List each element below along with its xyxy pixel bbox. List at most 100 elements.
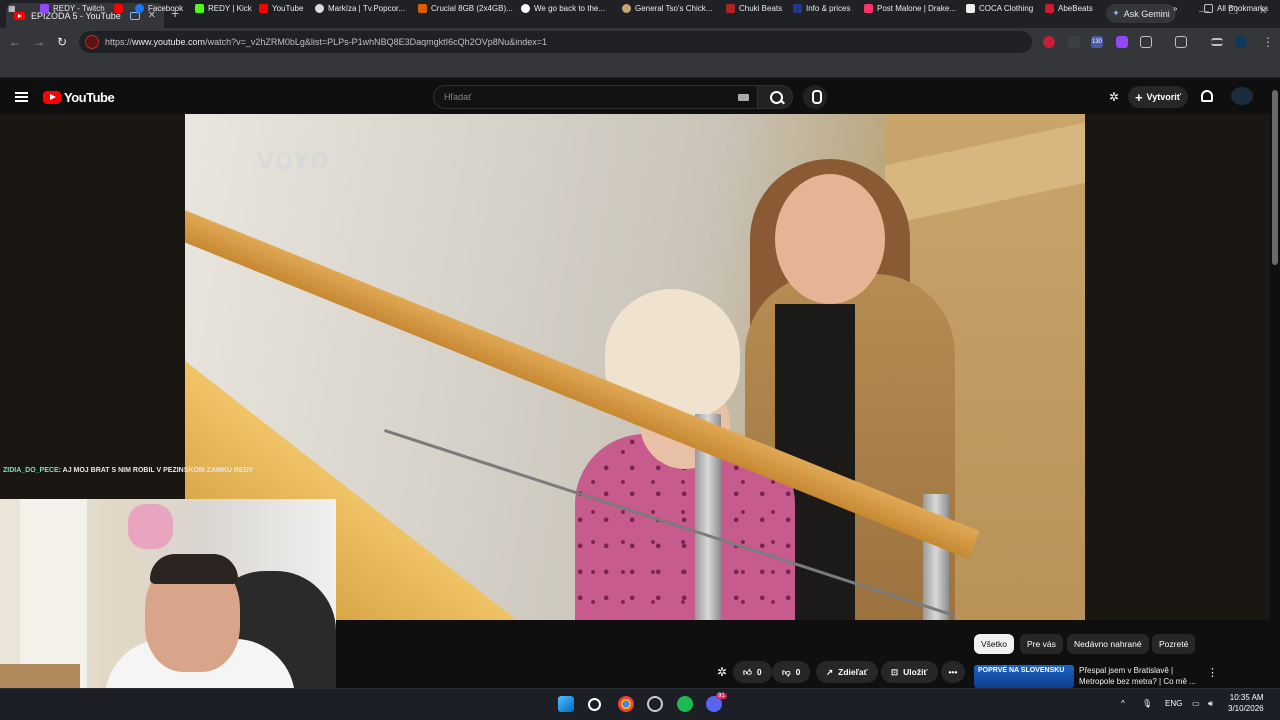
windows-start-icon[interactable] — [558, 696, 574, 712]
voice-search-mic-icon[interactable] — [803, 85, 827, 109]
chrome-taskbar-icon[interactable] — [618, 696, 634, 712]
more-actions-button[interactable]: ••• — [941, 661, 965, 683]
globe-icon — [315, 4, 324, 13]
bookmark-coca-clothing[interactable]: COCA Clothing — [966, 4, 1033, 13]
create-button[interactable]: + Vytvoriť — [1128, 86, 1188, 108]
tray-overflow-icon[interactable]: ^ — [1121, 699, 1125, 708]
bookmark-chuki-beats[interactable]: Chuki Beats — [726, 4, 782, 13]
gemini-sparkle-icon: ✦ — [1112, 8, 1120, 18]
extension-badge-icon[interactable]: 130 — [1091, 36, 1103, 48]
bookmark-we-go-back[interactable]: We go back to the... — [521, 4, 605, 13]
microphone-tray-icon[interactable]: 🎙︎ — [1142, 699, 1152, 708]
webcam-toy — [128, 504, 173, 549]
taskbar-search-icon[interactable] — [588, 698, 601, 711]
share-button[interactable]: ↗ Zdieľať — [816, 661, 878, 683]
extensions-puzzle-icon[interactable] — [1140, 36, 1152, 48]
plus-icon: + — [1134, 89, 1143, 105]
recommendation-title[interactable]: Přespal jsem v Bratislavě | Metropole be… — [1079, 665, 1204, 687]
clock-time: 10:35 AM — [1229, 693, 1264, 702]
system-clock[interactable]: 10:35 AM 3/10/2026 — [1228, 692, 1264, 714]
bookmark-redy-kick[interactable]: REDY | Kick — [195, 4, 252, 13]
share-icon: ↗ — [826, 666, 834, 677]
thumbnail-text: POPRVÉ NA SLOVENSKU — [978, 667, 1065, 674]
search-button[interactable] — [757, 85, 793, 109]
recipe-icon — [622, 4, 631, 13]
keyboard-icon[interactable] — [738, 94, 749, 101]
chip-recently-uploaded[interactable]: Nedávno nahrané — [1067, 634, 1149, 654]
stream-chat-message: ZIDIA_DO_PECE: AJ MOJ BRAT S NIM ROBIL V… — [3, 467, 253, 474]
chip-all[interactable]: Všetko — [974, 634, 1014, 654]
site-info-icon[interactable] — [85, 35, 99, 49]
abebeats-icon — [1045, 4, 1054, 13]
save-label: Uložiť — [903, 667, 928, 677]
media-control-icon[interactable] — [1211, 38, 1223, 46]
recommendation-menu-icon[interactable]: ⋮ — [1207, 666, 1218, 679]
youtube-icon — [259, 4, 268, 13]
extension-arrow-icon[interactable] — [1068, 36, 1080, 48]
address-bar[interactable]: https://www.youtube.com/watch?v=_v2hZRM0… — [79, 31, 1032, 53]
youtube-favicon-icon — [14, 11, 25, 20]
save-button[interactable]: ⊡ Uložiť — [881, 661, 938, 683]
gear-icon[interactable]: ✲ — [1109, 90, 1119, 104]
network-icon[interactable]: ▭ — [1192, 699, 1200, 708]
bookmark-icon: ⊡ — [891, 666, 899, 677]
tiktok-icon — [966, 4, 975, 13]
bookmarks-bar — [0, 56, 1280, 78]
bookmarks-overflow-button[interactable]: » — [1173, 4, 1177, 13]
voyo-watermark: VOYO — [257, 150, 330, 175]
reload-icon[interactable]: ↻ — [57, 35, 67, 49]
ask-gemini-button[interactable]: ✦ Ask Gemini — [1106, 4, 1176, 23]
bookmark-crucial[interactable]: Crucial 8GB (2x4GB)... — [418, 4, 513, 13]
bookmark-abebeats[interactable]: AbeBeats — [1045, 4, 1093, 13]
extension-red-icon[interactable] — [1043, 36, 1055, 48]
cast-icon[interactable] — [1175, 36, 1187, 48]
profile-avatar-icon[interactable] — [1235, 36, 1247, 48]
chip-for-you[interactable]: Pre vás — [1020, 634, 1063, 654]
thumbs-up-icon: 👍︎ — [743, 666, 752, 677]
ask-gemini-label: Ask Gemini — [1123, 8, 1170, 19]
folder-icon — [1204, 4, 1213, 13]
youtube-icon — [114, 4, 123, 13]
clock-date: 3/10/2026 — [1228, 704, 1264, 713]
forward-icon[interactable]: → — [33, 35, 45, 49]
account-avatar[interactable] — [1231, 87, 1253, 105]
bookmark-info-prices[interactable]: Info & prices — [793, 4, 850, 13]
video-scene-woman-face — [775, 174, 885, 304]
youtube-play-icon — [43, 91, 61, 104]
bookmark-post-malone[interactable]: Post Malone | Drake... — [864, 4, 956, 13]
apps-grid-icon[interactable]: ▦ — [8, 4, 16, 13]
url-text: https://www.youtube.com/watch?v=_v2hZRM0… — [105, 37, 547, 47]
all-bookmarks-button[interactable]: All Bookmarks — [1204, 4, 1268, 13]
b-icon — [793, 4, 802, 13]
like-button[interactable]: 👍︎ 0 — [733, 661, 772, 683]
twitch-icon — [40, 4, 49, 13]
menu-icon[interactable] — [15, 92, 28, 102]
back-icon[interactable]: ← — [9, 35, 21, 49]
bookmark-youtube-icon-only[interactable] — [114, 4, 123, 13]
search-input[interactable]: Hľadať — [433, 85, 758, 109]
google-icon — [521, 4, 530, 13]
page-scrollbar-thumb[interactable] — [1272, 90, 1278, 265]
obs-taskbar-icon[interactable] — [647, 696, 663, 712]
kick-icon — [195, 4, 204, 13]
chat-username: ZIDIA_DO_PECE — [3, 467, 59, 474]
youtube-logo[interactable]: YouTube — [43, 90, 115, 105]
chat-text: : AJ MOJ BRAT S NIM ROBIL V PEZINSKOM ZA… — [58, 467, 254, 474]
twitch-extension-icon[interactable] — [1116, 36, 1128, 48]
like-count: 0 — [756, 667, 762, 677]
windows-taskbar — [0, 688, 1280, 720]
notifications-bell-icon[interactable] — [1201, 90, 1213, 102]
bookmark-facebook[interactable]: Facebook — [135, 4, 183, 13]
dislike-button[interactable]: 👎︎ 0 — [772, 661, 811, 683]
chip-watched[interactable]: Pozreté — [1152, 634, 1196, 654]
bookmark-redy-twitch[interactable]: REDY - Twitch — [40, 4, 105, 13]
recommendation-thumbnail[interactable]: POPRVÉ NA SLOVENSKU — [974, 665, 1074, 688]
spotify-taskbar-icon[interactable] — [677, 696, 693, 712]
chrome-menu-icon[interactable]: ⋮ — [1262, 35, 1274, 49]
bookmark-youtube[interactable]: YouTube — [259, 4, 303, 13]
bookmark-markiza[interactable]: Markíza | Tv.Popcor... — [315, 4, 405, 13]
language-indicator[interactable]: ENG — [1165, 699, 1182, 708]
bookmark-general-tso[interactable]: General Tso's Chick... — [622, 4, 712, 13]
sparkle-icon[interactable]: ✲ — [717, 665, 727, 679]
volume-icon[interactable]: 🔊︎ — [1208, 699, 1213, 709]
